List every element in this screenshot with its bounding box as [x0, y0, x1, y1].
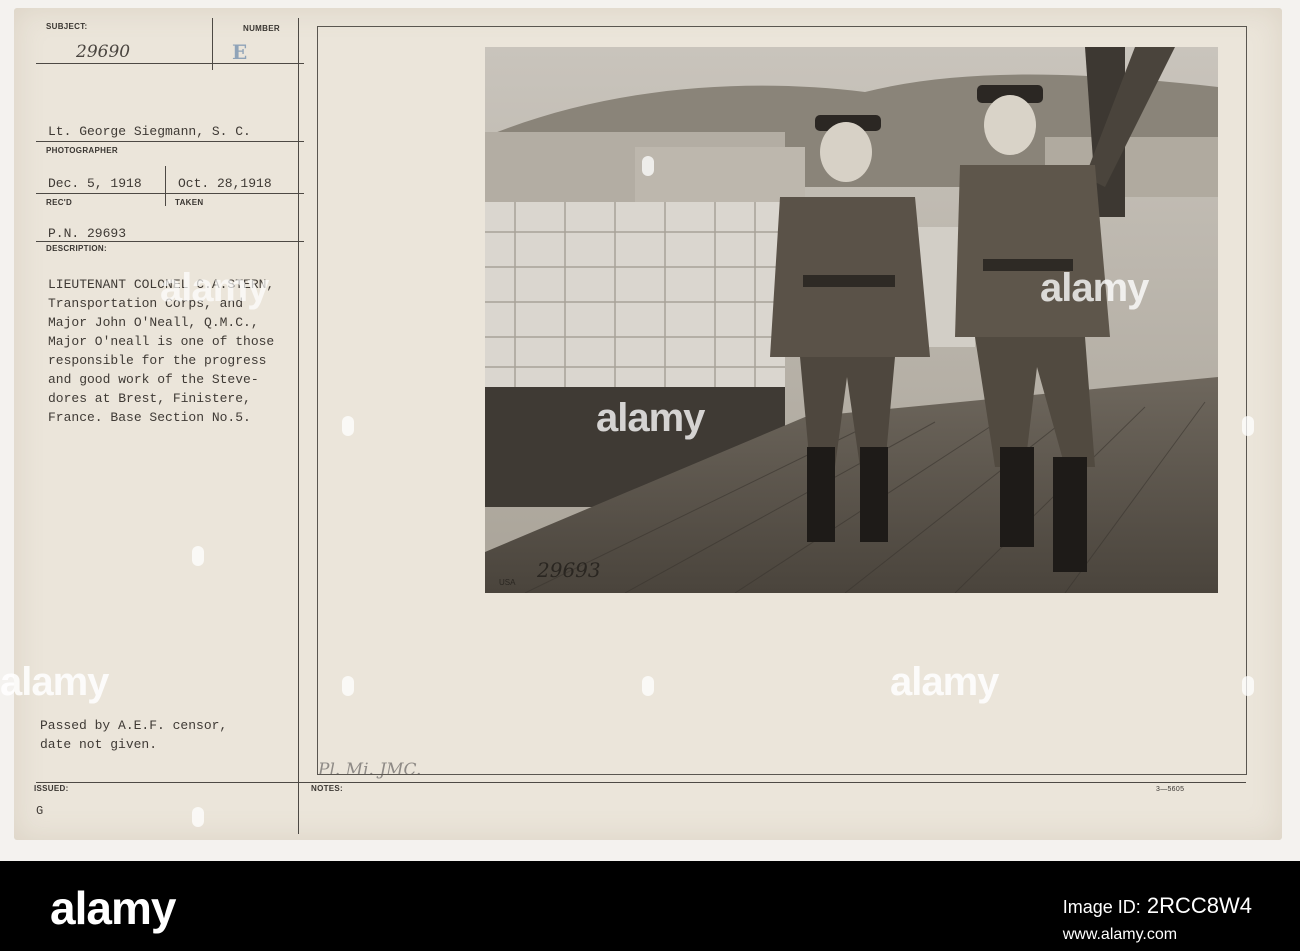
description-label: DESCRIPTION: [46, 244, 107, 253]
description-line: and good work of the Steve- [48, 372, 259, 387]
watermark-dot [642, 676, 654, 696]
bottom-rule [36, 782, 1246, 783]
subject-number: 29690 [76, 42, 131, 62]
watermark-dot [1242, 676, 1254, 696]
taken-date: Oct. 28,1918 [178, 176, 272, 191]
subject-label: SUBJECT: [46, 22, 88, 31]
description-line: dores at Brest, Finistere, [48, 391, 251, 406]
description-line: Major John O'Neall, Q.M.C., [48, 315, 259, 330]
photographer-rule [36, 141, 304, 142]
watermark-logo: alamy [596, 396, 705, 440]
site-url: www.alamy.com [1062, 926, 1178, 943]
negative-number: 29693 [536, 558, 601, 582]
photograph: 29693 USA [485, 47, 1218, 593]
date-divider [165, 166, 166, 206]
pn-rule [36, 241, 304, 242]
description-line: Major O'neall is one of those [48, 334, 275, 349]
censor-line: date not given. [40, 737, 158, 752]
notes-label: NOTES: [311, 784, 344, 793]
description-line: responsible for the progress [48, 353, 267, 368]
watermark-dot [1242, 416, 1254, 436]
watermark-logo: alamy [1040, 266, 1149, 310]
censor-line: Passed by A.E.F. censor, [40, 718, 228, 733]
watermark-dot [192, 807, 204, 827]
number-label: NUMBER [243, 24, 280, 33]
watermark-logo: alamy [890, 660, 999, 704]
watermark-dot [342, 416, 354, 436]
column-divider [298, 18, 299, 834]
received-label: REC'D [46, 198, 73, 207]
warehouse [635, 147, 805, 207]
received-date: Dec. 5, 1918 [48, 176, 142, 191]
number-stamp: E [232, 40, 248, 64]
watermark-logo: alamy [160, 266, 269, 310]
form-code: 3—5605 [1156, 786, 1185, 793]
footer-logo: alamy [50, 882, 176, 934]
date-rule [36, 193, 304, 194]
image-id-label: Image ID: [1062, 897, 1141, 917]
issued-value: G [36, 804, 44, 818]
watermark-logo: alamy [0, 660, 109, 704]
issued-label: ISSUED: [34, 784, 69, 793]
subject-rule [36, 63, 304, 64]
watermark-dot [642, 156, 654, 176]
usa-mark: USA [499, 578, 516, 587]
image-id-value: 2RCC8W4 [1146, 893, 1252, 918]
description-line: France. Base Section No.5. [48, 410, 251, 425]
stock-footer: alamy Image ID: 2RCC8W4 www.alamy.com [0, 861, 1300, 951]
photographer-label: PHOTOGRAPHER [46, 146, 118, 155]
watermark-dot [342, 676, 354, 696]
watermark-dot [192, 546, 204, 566]
pn-number: P.N. 29693 [48, 226, 127, 241]
taken-label: TAKEN [175, 198, 204, 207]
photographer-name: Lt. George Siegmann, S. C. [48, 124, 251, 139]
footer-image-id: Image ID: 2RCC8W4 www.alamy.com [1063, 893, 1252, 945]
photo-scene: 29693 USA [485, 47, 1218, 593]
